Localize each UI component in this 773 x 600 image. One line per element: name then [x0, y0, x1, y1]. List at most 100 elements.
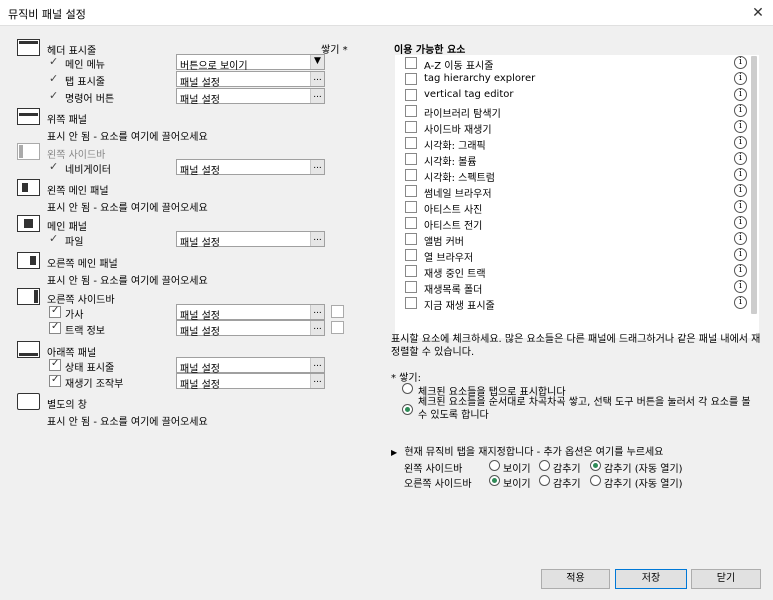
available-elements-list[interactable]: A-Z 이동 표시줄 i tag hierarchy explorer i ve…	[395, 55, 759, 338]
element-checkbox[interactable]	[405, 265, 417, 277]
element-checkbox[interactable]	[405, 297, 417, 309]
right-sidebar-visibility: 오른쪽 사이드바 보이기 감추기 감추기 (자동 열기)	[404, 474, 754, 490]
info-icon[interactable]: i	[734, 200, 747, 213]
chevron-down-icon[interactable]: ▼	[310, 55, 324, 69]
track-info-checkbox[interactable]	[49, 321, 61, 334]
element-checkbox[interactable]	[405, 281, 417, 293]
left-auto-radio[interactable]	[590, 460, 601, 471]
lyrics-settings-field[interactable]: 패널 설정 ...	[176, 304, 325, 322]
info-icon[interactable]: i	[734, 152, 747, 165]
status-bar-settings-field[interactable]: 패널 설정 ...	[176, 357, 325, 375]
list-item[interactable]: 아티스트 사진 i	[395, 199, 747, 216]
check-icon[interactable]: ✓	[49, 232, 61, 245]
list-item[interactable]: tag hierarchy explorer i	[395, 71, 747, 87]
stack-stacked-radio[interactable]	[402, 404, 413, 415]
info-icon[interactable]: i	[734, 136, 747, 149]
element-checkbox[interactable]	[405, 121, 417, 133]
element-checkbox[interactable]	[405, 73, 417, 85]
list-item[interactable]: 지금 재생 표시줄 i	[395, 295, 747, 312]
element-checkbox[interactable]	[405, 201, 417, 213]
stack-tabs-radio[interactable]	[402, 383, 413, 394]
status-bar-checkbox[interactable]	[49, 358, 61, 371]
left-show-radio[interactable]	[489, 460, 500, 471]
ellipsis-button[interactable]: ...	[310, 321, 324, 335]
info-icon[interactable]: i	[734, 264, 747, 277]
element-checkbox[interactable]	[405, 169, 417, 181]
close-icon[interactable]: ✕	[743, 0, 773, 26]
list-item[interactable]: vertical tag editor i	[395, 87, 747, 103]
list-item[interactable]: 열 브라우저 i	[395, 247, 747, 264]
info-icon[interactable]: i	[734, 280, 747, 293]
right-show-radio[interactable]	[489, 475, 500, 486]
ellipsis-button[interactable]: ...	[310, 160, 324, 174]
check-icon[interactable]: ✓	[49, 55, 61, 68]
check-icon[interactable]: ✓	[49, 160, 61, 173]
info-icon[interactable]: i	[734, 216, 747, 229]
list-item[interactable]: 사이드바 재생기 i	[395, 119, 747, 136]
track-info-stack-checkbox[interactable]	[331, 321, 344, 334]
element-label: tag hierarchy explorer	[424, 73, 536, 84]
list-item[interactable]: 재생 중인 트랙 i	[395, 263, 747, 280]
command-buttons-settings-field[interactable]: 패널 설정 ...	[176, 88, 325, 106]
element-checkbox[interactable]	[405, 217, 417, 229]
element-checkbox[interactable]	[405, 153, 417, 165]
element-checkbox[interactable]	[405, 249, 417, 261]
info-icon[interactable]: i	[734, 56, 747, 69]
ellipsis-button[interactable]: ...	[310, 232, 324, 246]
track-info-settings-field[interactable]: 패널 설정 ...	[176, 320, 325, 338]
element-checkbox[interactable]	[405, 233, 417, 245]
check-icon[interactable]: ✓	[49, 89, 61, 102]
save-button[interactable]: 저장	[615, 569, 687, 589]
bottom-panel-row-player-controls: 재생기 조작부	[49, 373, 169, 390]
ellipsis-button[interactable]: ...	[310, 89, 324, 103]
ellipsis-button[interactable]: ...	[310, 305, 324, 319]
lyrics-checkbox[interactable]	[49, 305, 61, 318]
list-item[interactable]: 시각화: 스펙트럼 i	[395, 167, 747, 184]
right-auto-radio[interactable]	[590, 475, 601, 486]
info-icon[interactable]: i	[734, 72, 747, 85]
close-button[interactable]: 닫기	[691, 569, 761, 589]
list-item[interactable]: 라이브러리 탐색기 i	[395, 103, 747, 120]
element-checkbox[interactable]	[405, 57, 417, 69]
info-icon[interactable]: i	[734, 168, 747, 181]
info-icon[interactable]: i	[734, 232, 747, 245]
player-controls-checkbox[interactable]	[49, 374, 61, 387]
list-item[interactable]: 아티스트 전기 i	[395, 215, 747, 232]
info-icon[interactable]: i	[734, 88, 747, 101]
element-checkbox[interactable]	[405, 185, 417, 197]
lyrics-stack-checkbox[interactable]	[331, 305, 344, 318]
check-icon[interactable]: ✓	[49, 72, 61, 85]
element-checkbox[interactable]	[405, 137, 417, 149]
element-checkbox[interactable]	[405, 89, 417, 101]
right-main-panel-title: 오른쪽 메인 패널	[47, 259, 118, 270]
apply-button[interactable]: 적용	[541, 569, 610, 589]
navigator-settings-field[interactable]: 패널 설정 ...	[176, 159, 325, 177]
ellipsis-button[interactable]: ...	[310, 358, 324, 372]
tab-bar-settings-field[interactable]: 패널 설정 ...	[176, 71, 325, 89]
info-icon[interactable]: i	[734, 184, 747, 197]
stack-option-stacked[interactable]: 체크된 요소들을 순서대로 차곡차곡 쌓고, 선택 도구 버튼을 눌러서 각 요…	[402, 396, 762, 426]
file-settings-field[interactable]: 패널 설정 ...	[176, 231, 325, 249]
element-checkbox[interactable]	[405, 105, 417, 117]
list-item[interactable]: A-Z 이동 표시줄 i	[395, 55, 747, 72]
right-hide-radio[interactable]	[539, 475, 550, 486]
list-item[interactable]: 앨범 커버 i	[395, 231, 747, 248]
title-bar: 뮤직비 패널 설정 ✕	[0, 0, 773, 26]
info-icon[interactable]: i	[734, 104, 747, 117]
list-item[interactable]: 시각화: 그래픽 i	[395, 135, 747, 152]
row-label: 파일	[65, 237, 84, 248]
left-hide-radio[interactable]	[539, 460, 550, 471]
ellipsis-button[interactable]: ...	[310, 374, 324, 388]
player-controls-settings-field[interactable]: 패널 설정 ...	[176, 373, 325, 391]
list-scrollbar[interactable]	[751, 56, 757, 314]
info-icon[interactable]: i	[734, 120, 747, 133]
reset-tabs-link[interactable]: ▶ 현재 뮤직비 탭을 재지정합니다 - 추가 옵션은 여기를 누르세요	[391, 443, 663, 458]
info-icon[interactable]: i	[734, 248, 747, 261]
list-item[interactable]: 썸네일 브라우저 i	[395, 183, 747, 200]
main-menu-select[interactable]: 버튼으로 보이기 ▼	[176, 54, 325, 72]
info-icon[interactable]: i	[734, 296, 747, 309]
list-item[interactable]: 재생목록 폴더 i	[395, 279, 747, 296]
ellipsis-button[interactable]: ...	[310, 72, 324, 86]
radio-label: 감추기	[553, 464, 581, 475]
list-item[interactable]: 시각화: 볼륨 i	[395, 151, 747, 168]
